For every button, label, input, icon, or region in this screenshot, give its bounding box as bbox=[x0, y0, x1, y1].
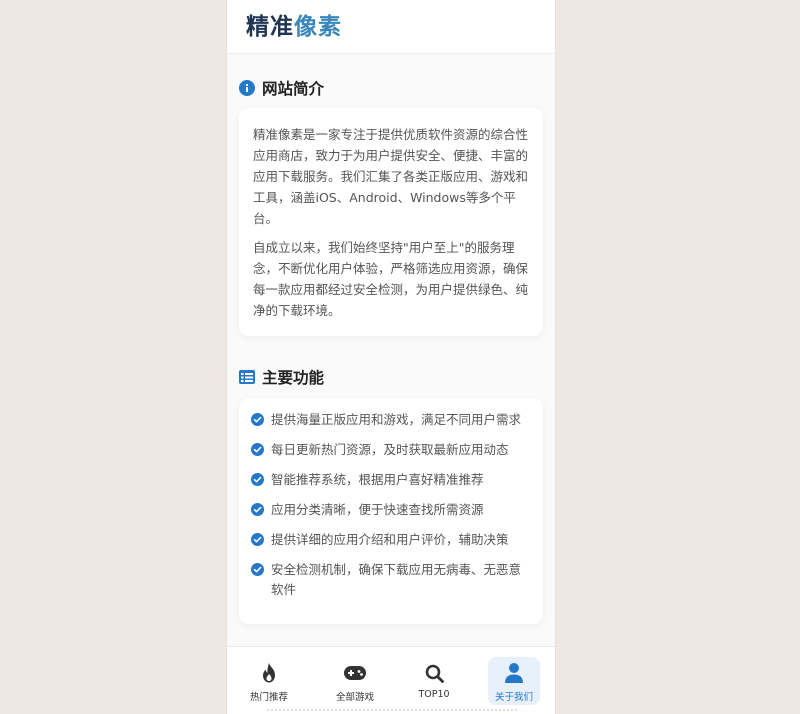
check-circle-icon bbox=[251, 533, 264, 546]
bottom-nav: 热门推荐 全部游戏 TOP10 关于我们 bbox=[227, 646, 555, 714]
feature-item: 提供详细的应用介绍和用户评价，辅助决策 bbox=[251, 530, 531, 550]
app-screen: 精准像素 网站简介 精准像素是一家专注于提供优质软件资源的综合性应用商店，致力于… bbox=[226, 0, 556, 714]
logo-part1: 精准 bbox=[246, 14, 294, 40]
nav-label: TOP10 bbox=[418, 689, 450, 700]
features-section-title: 主要功能 bbox=[239, 366, 324, 388]
user-icon bbox=[503, 662, 525, 684]
nav-item-top10[interactable]: TOP10 bbox=[408, 657, 460, 705]
intro-card: 精准像素是一家专注于提供优质软件资源的综合性应用商店，致力于为用户提供安全、便捷… bbox=[239, 108, 543, 336]
nav-item-about[interactable]: 关于我们 bbox=[488, 657, 540, 705]
feature-text: 应用分类清晰，便于快速查找所需资源 bbox=[271, 502, 484, 517]
feature-item: 应用分类清晰，便于快速查找所需资源 bbox=[251, 500, 531, 520]
feature-item: 每日更新热门资源，及时获取最新应用动态 bbox=[251, 440, 531, 460]
list-icon bbox=[239, 369, 255, 385]
content-peek bbox=[267, 709, 517, 713]
app-header: 精准像素 bbox=[227, 0, 555, 54]
feature-text: 提供详细的应用介绍和用户评价，辅助决策 bbox=[271, 532, 509, 547]
nav-label: 热门推荐 bbox=[249, 692, 288, 703]
check-circle-icon bbox=[251, 443, 264, 456]
nav-item-games[interactable]: 全部游戏 bbox=[329, 657, 381, 705]
nav-item-hot[interactable]: 热门推荐 bbox=[243, 657, 295, 705]
search-icon bbox=[423, 662, 445, 684]
check-circle-icon bbox=[251, 413, 264, 426]
check-circle-icon bbox=[251, 473, 264, 486]
intro-title: 网站简介 bbox=[262, 80, 325, 98]
nav-label: 全部游戏 bbox=[335, 692, 374, 703]
feature-text: 安全检测机制，确保下载应用无病毒、无恶意软件 bbox=[271, 562, 522, 597]
intro-section-title: 网站简介 bbox=[239, 77, 324, 99]
nav-label: 关于我们 bbox=[494, 692, 533, 703]
feature-text: 提供海量正版应用和游戏，满足不同用户需求 bbox=[271, 412, 522, 427]
logo-part2: 像素 bbox=[294, 14, 342, 40]
feature-text: 智能推荐系统，根据用户喜好精准推荐 bbox=[271, 472, 484, 487]
intro-paragraph-2: 自成立以来，我们始终坚持"用户至上"的服务理念，不断优化用户体验，严格筛选应用资… bbox=[253, 240, 529, 318]
fire-icon bbox=[258, 662, 280, 684]
features-card: 提供海量正版应用和游戏，满足不同用户需求 每日更新热门资源，及时获取最新应用动态… bbox=[239, 398, 543, 624]
logo[interactable]: 精准像素 bbox=[246, 12, 555, 42]
feature-item: 提供海量正版应用和游戏，满足不同用户需求 bbox=[251, 410, 531, 430]
intro-paragraph-1: 精准像素是一家专注于提供优质软件资源的综合性应用商店，致力于为用户提供安全、便捷… bbox=[253, 127, 529, 226]
check-circle-icon bbox=[251, 503, 264, 516]
info-circle-icon bbox=[239, 80, 255, 96]
check-circle-icon bbox=[251, 563, 264, 576]
gamepad-icon bbox=[344, 662, 366, 684]
feature-item: 智能推荐系统，根据用户喜好精准推荐 bbox=[251, 470, 531, 490]
features-title: 主要功能 bbox=[262, 369, 325, 387]
feature-item: 安全检测机制，确保下载应用无病毒、无恶意软件 bbox=[251, 560, 531, 600]
feature-text: 每日更新热门资源，及时获取最新应用动态 bbox=[271, 442, 509, 457]
